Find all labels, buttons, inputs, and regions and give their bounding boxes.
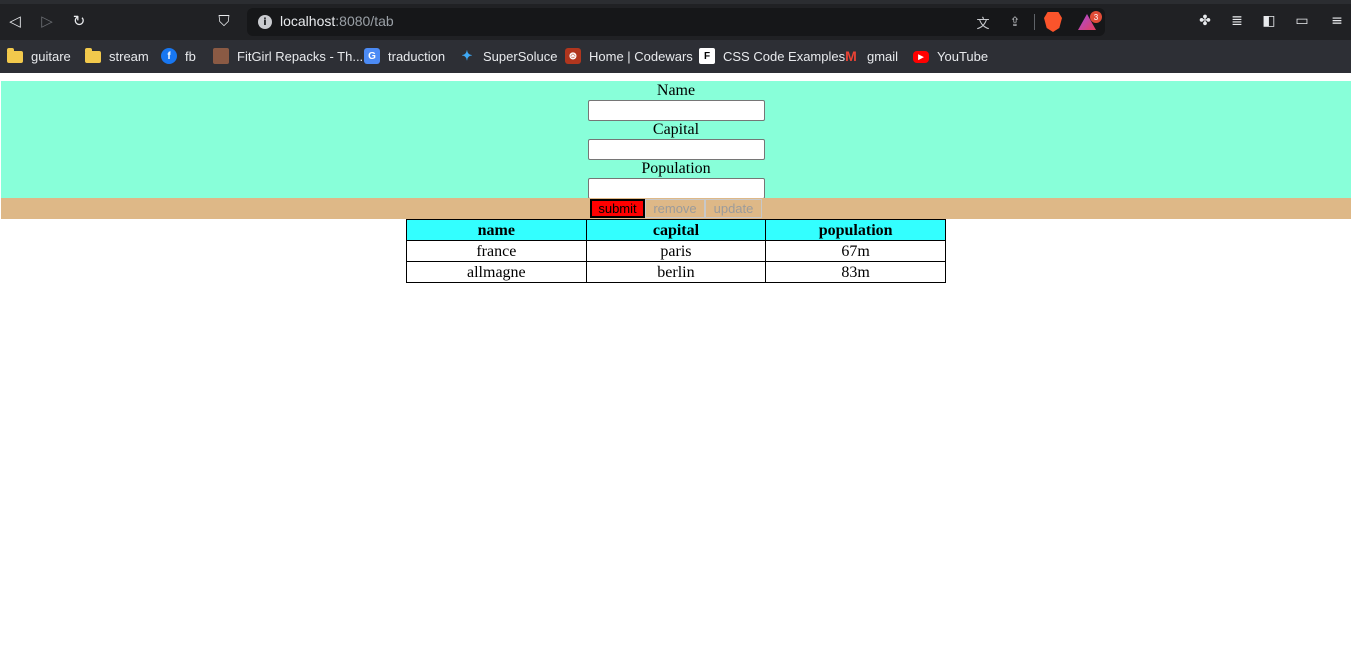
bookmark-label: SuperSoluce xyxy=(483,48,558,64)
table-row[interactable]: allmagne berlin 83m xyxy=(406,261,946,283)
capital-input[interactable] xyxy=(588,139,765,160)
fitgirl-favicon xyxy=(213,48,229,64)
bookmark-stream[interactable]: stream xyxy=(85,45,149,67)
supersoluce-icon: ✦ xyxy=(461,48,473,63)
bookmark-fb[interactable]: f fb xyxy=(161,45,196,67)
capital-label: Capital xyxy=(652,121,700,138)
css-examples-icon: F xyxy=(699,48,715,64)
bookmark-traduction[interactable]: G traduction xyxy=(364,45,445,67)
youtube-icon: ▶ xyxy=(913,51,929,63)
bookmark-label: YouTube xyxy=(937,48,989,64)
gmail-icon: M xyxy=(845,48,857,64)
bookmark-label: FitGirl Repacks - Th... xyxy=(237,48,364,64)
bookmark-icon[interactable]: ⛉ xyxy=(214,11,234,31)
folder-icon xyxy=(7,48,23,63)
back-icon[interactable]: ◁ xyxy=(5,11,25,31)
column-header-name: name xyxy=(406,219,587,241)
cell-name: france xyxy=(406,240,587,262)
rewards-badge: 3 xyxy=(1090,11,1102,23)
table-row[interactable]: france paris 67m xyxy=(406,240,946,262)
population-input[interactable] xyxy=(588,178,765,199)
translate-icon[interactable]: 文 xyxy=(974,13,992,32)
bookmark-youtube[interactable]: ▶ YouTube xyxy=(913,45,988,67)
forward-icon[interactable]: ▷ xyxy=(37,11,57,31)
bookmark-css-code-examples[interactable]: F CSS Code Examples xyxy=(699,45,845,67)
share-icon[interactable]: ⇪ xyxy=(1006,13,1024,31)
cell-population: 67m xyxy=(765,240,946,262)
facebook-icon: f xyxy=(161,48,177,64)
google-translate-icon: G xyxy=(364,48,380,64)
cell-capital: paris xyxy=(585,240,767,262)
name-input[interactable] xyxy=(588,100,765,121)
menu-icon[interactable]: ≡ xyxy=(1327,11,1347,31)
cell-population: 83m xyxy=(765,261,946,283)
column-header-population: population xyxy=(765,219,946,241)
country-form: Name Capital Population xyxy=(1,81,1351,199)
table-header-row: name capital population xyxy=(406,219,946,241)
url-path: :8080/tab xyxy=(335,13,394,29)
remove-button[interactable]: remove xyxy=(645,199,705,218)
url-host: localhost xyxy=(280,13,336,29)
bookmark-label: guitare xyxy=(31,48,71,64)
bookmark-fitgirl[interactable]: FitGirl Repacks - Th... xyxy=(213,45,363,67)
cell-capital: berlin xyxy=(585,261,767,283)
folder-icon xyxy=(85,48,101,63)
bookmark-label: Home | Codewars xyxy=(589,48,693,64)
column-header-capital: capital xyxy=(585,219,767,241)
url-text[interactable]: localhost:8080/tab xyxy=(280,13,394,29)
bookmarks-bar: guitare stream f fb FitGirl Repacks - Th… xyxy=(0,40,1351,73)
address-bar[interactable]: i localhost:8080/tab 文 ⇪ 3 xyxy=(247,8,1105,36)
bookmark-label: gmail xyxy=(867,48,899,64)
sidebar-icon[interactable]: ◧ xyxy=(1259,11,1279,31)
update-button[interactable]: update xyxy=(705,199,762,218)
name-label: Name xyxy=(656,82,696,99)
bookmark-gmail[interactable]: M gmail xyxy=(843,45,898,67)
bookmark-label: fb xyxy=(185,48,196,64)
bookmark-codewars[interactable]: ⊛ Home | Codewars xyxy=(565,45,693,67)
extensions-icon[interactable]: ✤ xyxy=(1195,11,1215,31)
bookmark-guitare[interactable]: guitare xyxy=(7,45,71,67)
address-bar-divider xyxy=(1034,14,1035,30)
wallet-icon[interactable]: ▭ xyxy=(1292,11,1312,31)
button-bar: submit remove update xyxy=(1,198,1351,219)
playlist-icon[interactable]: ≣ xyxy=(1227,11,1247,31)
bookmark-label: stream xyxy=(109,48,149,64)
bookmark-label: traduction xyxy=(388,48,446,64)
bookmark-supersoluce[interactable]: ✦ SuperSoluce xyxy=(459,45,558,67)
tab-strip xyxy=(0,0,1351,4)
cell-name: allmagne xyxy=(406,261,587,283)
population-label: Population xyxy=(641,160,711,177)
browser-toolbar: ◁ ▷ ↻ ⛉ i localhost:8080/tab 文 ⇪ 3 ✤ ≣ ◧… xyxy=(0,0,1351,40)
countries-table: name capital population france paris 67m… xyxy=(406,219,946,283)
site-info-icon[interactable]: i xyxy=(258,15,272,29)
codewars-icon: ⊛ xyxy=(565,48,581,64)
brave-shields-icon[interactable] xyxy=(1044,12,1062,32)
page-viewport: Name Capital Population submit remove up… xyxy=(0,73,1351,668)
submit-button[interactable]: submit xyxy=(590,199,645,218)
reload-icon[interactable]: ↻ xyxy=(69,11,89,31)
bookmark-label: CSS Code Examples xyxy=(723,48,846,64)
